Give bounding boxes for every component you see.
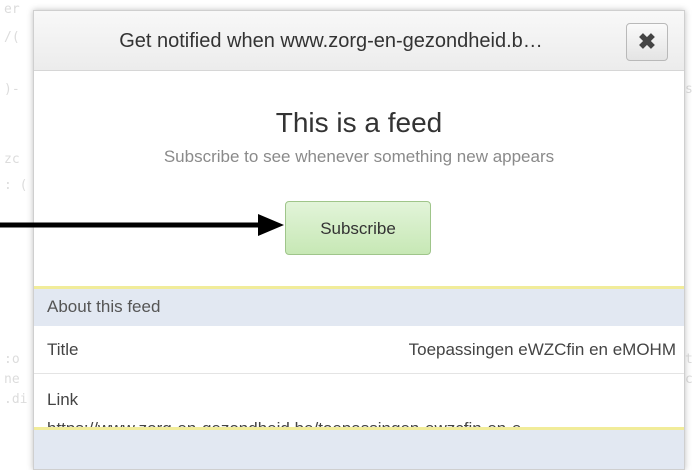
popup-title: Get notified when www.zorg-en-gezondheid… xyxy=(119,30,543,52)
background-fragment: : ( xyxy=(4,178,28,193)
next-section-header xyxy=(34,427,684,469)
background-fragment: c xyxy=(685,372,693,387)
arrow-right-icon xyxy=(0,214,284,236)
background-fragment: /( xyxy=(4,30,20,45)
close-button[interactable]: ✖ xyxy=(626,23,668,61)
about-feed-section-header: About this feed xyxy=(34,286,684,326)
background-fragment: t xyxy=(685,352,693,367)
feed-title-value: Toepassingen eWZCfin en eMOHM xyxy=(408,340,676,359)
background-fragment: )- xyxy=(4,82,20,97)
feed-title-label: Title xyxy=(47,340,79,359)
background-fragment: zc xyxy=(4,152,20,167)
feed-heading: This is a feed xyxy=(275,107,443,138)
background-fragment: ne xyxy=(4,372,20,387)
background-fragment: :o xyxy=(4,352,20,367)
background-fragment: s xyxy=(685,82,693,97)
feed-link-label: Link xyxy=(47,390,79,409)
feed-subheading: Subscribe to see whenever something new … xyxy=(163,147,555,166)
close-icon: ✖ xyxy=(637,29,657,54)
feed-title-row: Title Toepassingen eWZCfin en eMOHM xyxy=(34,326,684,374)
arrow-head xyxy=(258,214,284,236)
subscribe-button[interactable]: Subscribe xyxy=(285,201,431,255)
popup-header: Get notified when www.zorg-en-gezondheid… xyxy=(34,11,684,71)
feed-subscribe-popup: Get notified when www.zorg-en-gezondheid… xyxy=(33,10,685,470)
background-fragment: er xyxy=(4,2,20,17)
background-fragment: .di xyxy=(4,392,28,407)
